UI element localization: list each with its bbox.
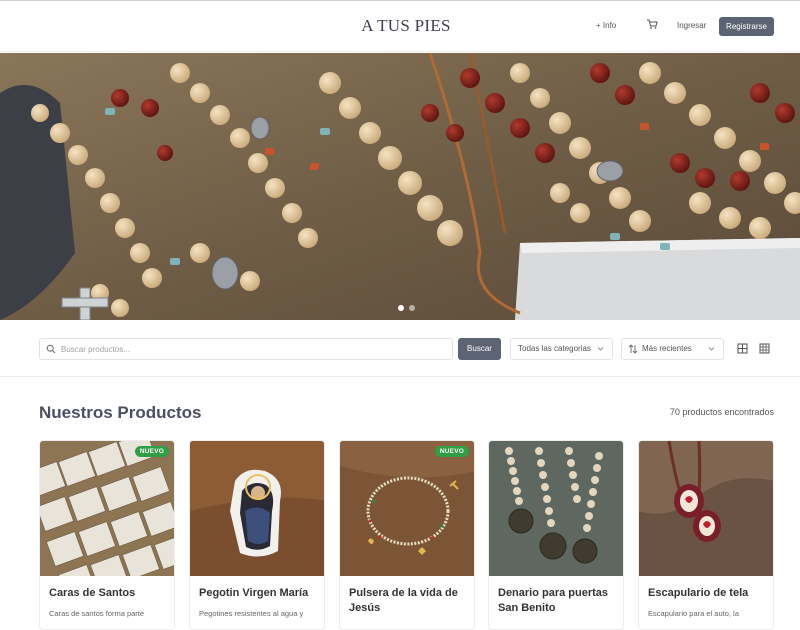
new-badge: NUEVO <box>434 446 469 457</box>
product-card[interactable]: NUEVO Caras de Santos Caras de santos fo… <box>39 440 175 630</box>
login-link[interactable]: Ingresar <box>677 21 706 30</box>
search-icon <box>46 344 56 354</box>
search-input[interactable] <box>61 341 446 357</box>
product-image-pulsera[interactable] <box>340 441 475 576</box>
register-button[interactable]: Registrarse <box>719 17 774 36</box>
hero-banner <box>0 53 800 320</box>
cart-icon[interactable] <box>646 18 658 30</box>
chevron-down-icon <box>708 347 715 351</box>
grid-view-icon[interactable] <box>737 343 748 354</box>
section-title: Nuestros Productos <box>39 403 202 422</box>
product-description: Pegotines resistentes al agua y <box>199 609 304 618</box>
product-title[interactable]: Caras de Santos <box>49 586 173 601</box>
product-card[interactable]: NUEVO Pulsera de la vida de Jesús <box>339 440 475 630</box>
info-link[interactable]: + Info <box>596 21 616 30</box>
chevron-down-icon <box>597 347 604 351</box>
search-button[interactable]: Buscar <box>458 338 501 360</box>
carousel-dot-2[interactable] <box>409 305 415 311</box>
new-badge: NUEVO <box>134 446 169 457</box>
product-image-pegotin-virgen-maria[interactable] <box>190 441 325 576</box>
product-card[interactable]: Escapulario de tela Escapulario para el … <box>638 440 774 630</box>
product-card[interactable]: Pegotin Virgen María Pegotines resistent… <box>189 440 325 630</box>
product-description: Caras de santos forma parte <box>49 609 145 618</box>
result-count: 70 productos encontrados <box>669 407 774 417</box>
product-title[interactable]: Denario para puertas San Benito <box>498 586 622 616</box>
product-image-denario[interactable] <box>489 441 624 576</box>
product-description: Escapulario para el auto, la <box>648 609 739 618</box>
carousel-dot-1[interactable] <box>398 305 404 311</box>
product-title[interactable]: Pegotin Virgen María <box>199 586 323 601</box>
product-card[interactable]: Denario para puertas San Benito <box>488 440 624 630</box>
product-title[interactable]: Pulsera de la vida de Jesús <box>349 586 473 616</box>
sort-icon <box>628 344 638 354</box>
product-image-caras-de-santos[interactable] <box>40 441 175 576</box>
product-title[interactable]: Escapulario de tela <box>648 586 772 601</box>
hero-rosary-image <box>0 53 800 320</box>
product-image-escapulario[interactable] <box>639 441 774 576</box>
compact-grid-view-icon[interactable] <box>759 343 770 354</box>
